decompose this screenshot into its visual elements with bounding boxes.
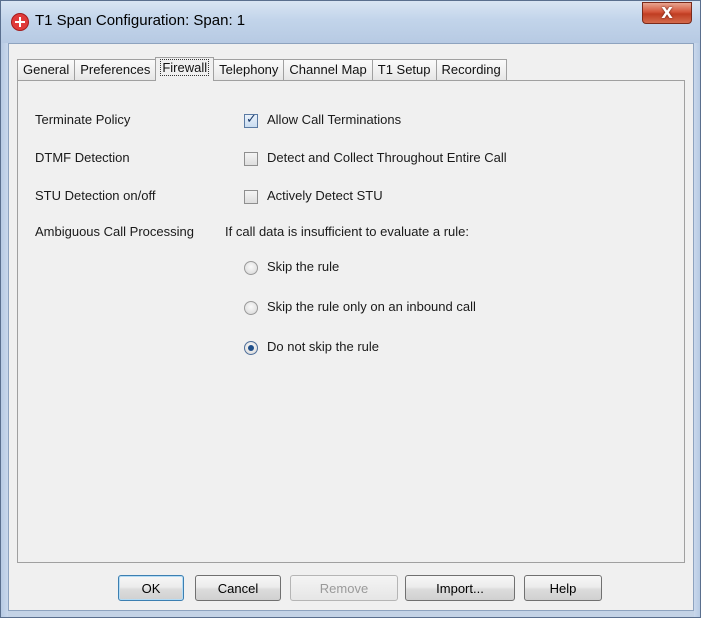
remove-button-label: Remove bbox=[319, 580, 369, 596]
allow-call-terminations-label[interactable]: Allow Call Terminations bbox=[267, 112, 401, 127]
ambiguous-call-processing-label: Ambiguous Call Processing bbox=[35, 224, 194, 239]
tab-recording[interactable]: Recording bbox=[435, 59, 507, 80]
allow-call-terminations-checkbox[interactable] bbox=[244, 112, 258, 128]
terminate-policy-label: Terminate Policy bbox=[35, 112, 131, 127]
span-config-icon bbox=[11, 13, 29, 31]
tab-channel-map[interactable]: Channel Map bbox=[283, 59, 373, 80]
tab-firewall[interactable]: Firewall bbox=[155, 57, 215, 81]
window-frame-left bbox=[1, 43, 8, 617]
skip-rule-radio[interactable] bbox=[244, 261, 258, 275]
cancel-button[interactable]: Cancel bbox=[195, 575, 281, 601]
detect-collect-dtmf-label[interactable]: Detect and Collect Throughout Entire Cal… bbox=[267, 150, 507, 165]
import-button-label: Import... bbox=[436, 580, 484, 596]
title-bar[interactable]: T1 Span Configuration: Span: 1 X bbox=[1, 1, 700, 43]
tab-label: Firewall bbox=[160, 59, 210, 76]
do-not-skip-rule-radio[interactable] bbox=[244, 341, 258, 355]
actively-detect-stu-label[interactable]: Actively Detect STU bbox=[267, 188, 383, 203]
tab-telephony[interactable]: Telephony bbox=[213, 59, 285, 80]
tab-label: Recording bbox=[441, 62, 501, 77]
firewall-panel: Terminate Policy Allow Call Terminations… bbox=[17, 80, 685, 563]
tab-label: Preferences bbox=[80, 62, 151, 77]
ambiguous-description: If call data is insufficient to evaluate… bbox=[225, 224, 470, 239]
close-button[interactable]: X bbox=[642, 2, 692, 24]
actively-detect-stu-checkbox[interactable] bbox=[244, 190, 258, 204]
dialog-client-area: General Preferences Firewall Telephony C… bbox=[8, 43, 694, 611]
tab-label: T1 Setup bbox=[377, 62, 431, 77]
stu-detection-label: STU Detection on/off bbox=[35, 188, 156, 203]
tab-label: Telephony bbox=[219, 62, 279, 77]
dtmf-detection-label: DTMF Detection bbox=[35, 150, 130, 165]
remove-button[interactable]: Remove bbox=[290, 575, 398, 601]
window-title: T1 Span Configuration: Span: 1 bbox=[35, 12, 246, 29]
tab-t1-setup[interactable]: T1 Setup bbox=[371, 59, 437, 80]
tab-strip: General Preferences Firewall Telephony C… bbox=[17, 57, 507, 81]
tab-label: Channel Map bbox=[289, 62, 367, 77]
tab-label: General bbox=[23, 62, 70, 77]
help-button[interactable]: Help bbox=[524, 575, 602, 601]
ok-button-label: OK bbox=[141, 580, 161, 596]
skip-rule-inbound-radio[interactable] bbox=[244, 301, 258, 315]
detect-collect-dtmf-checkbox[interactable] bbox=[244, 152, 258, 166]
skip-rule-label[interactable]: Skip the rule bbox=[267, 259, 339, 274]
tab-general[interactable]: General bbox=[17, 59, 76, 80]
window-frame-right bbox=[694, 43, 700, 617]
close-icon: X bbox=[661, 4, 673, 22]
cancel-button-label: Cancel bbox=[217, 580, 259, 596]
dialog-window: T1 Span Configuration: Span: 1 X General… bbox=[0, 0, 701, 618]
ok-button[interactable]: OK bbox=[118, 575, 184, 601]
help-button-label: Help bbox=[549, 580, 577, 596]
tab-preferences[interactable]: Preferences bbox=[74, 59, 157, 80]
do-not-skip-rule-label[interactable]: Do not skip the rule bbox=[267, 339, 379, 354]
import-button[interactable]: Import... bbox=[405, 575, 515, 601]
skip-rule-inbound-label[interactable]: Skip the rule only on an inbound call bbox=[267, 299, 476, 314]
